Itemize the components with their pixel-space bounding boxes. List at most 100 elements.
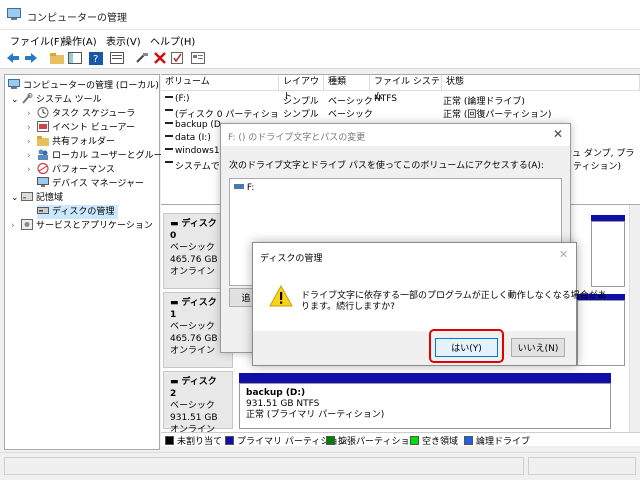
chevron-right-icon[interactable]: ›: [27, 121, 37, 135]
shared-folder-icon: [37, 135, 49, 146]
forward-arrow-icon[interactable]: [24, 51, 38, 65]
tree-item-label: システム ツール: [36, 95, 102, 105]
disk-state: オンライン: [170, 346, 216, 356]
chevron-right-icon[interactable]: ›: [27, 135, 37, 149]
partition-backup[interactable]: backup (D:) 931.51 GB NTFS 正常 (プライマリ パーテ…: [239, 383, 611, 429]
tree-item-system-tools[interactable]: ⌄ システム ツール: [11, 93, 102, 107]
volume-icon: [165, 135, 173, 143]
disk-type: ベーシック: [170, 243, 215, 253]
menu-file[interactable]: ファイル(F): [10, 33, 64, 48]
close-icon[interactable]: ✕: [559, 248, 568, 261]
connect-icon[interactable]: [135, 51, 149, 65]
legend-swatch: [464, 435, 473, 445]
tree-item-shared-folders[interactable]: › 共有フォルダー: [27, 135, 115, 149]
status-bar: [0, 452, 640, 480]
dialog-title: ディスクの管理: [260, 254, 323, 264]
tree-item-device-manager[interactable]: デバイス マネージャー: [37, 177, 144, 191]
menu-help[interactable]: ヘルプ(H): [150, 33, 195, 48]
volume-icon: [165, 122, 173, 130]
chevron-right-icon[interactable]: ›: [27, 149, 37, 163]
cell-status: ティション): [573, 162, 621, 172]
delete-icon[interactable]: [153, 51, 167, 65]
dialog-title-bar: F: () のドライブ文字とパスの変更 ✕: [221, 124, 570, 146]
check-icon[interactable]: [171, 51, 185, 65]
tree-item-services[interactable]: › サービスとアプリケーション: [11, 219, 153, 233]
volume-icon: [165, 148, 173, 156]
column-header-volume[interactable]: ボリューム: [161, 75, 279, 91]
yes-button[interactable]: はい(Y): [435, 338, 498, 357]
menu-action[interactable]: 操作(A): [62, 33, 97, 48]
properties-icon[interactable]: [110, 51, 124, 65]
folder-up-icon[interactable]: [50, 51, 64, 65]
chevron-right-icon[interactable]: ›: [27, 107, 37, 121]
tree-item-storage[interactable]: ⌄ 記憶域: [11, 191, 63, 205]
column-header-filesystem[interactable]: ファイル システム: [370, 75, 442, 102]
tree-item-label: デバイス マネージャー: [52, 179, 144, 189]
performance-icon: [37, 163, 49, 174]
table-row[interactable]: (ディスク 0 パーティション 3) シンプル ベーシック 正常 (回復パーティ…: [161, 107, 640, 120]
table-row[interactable]: (F:) シンプル ベーシック NTFS 正常 (論理ドライブ): [161, 94, 640, 107]
column-header-type[interactable]: 種類: [324, 75, 370, 91]
tree-item-label: タスク スケジューラ: [52, 109, 136, 119]
disk-icon: ▬: [170, 377, 182, 387]
chevron-down-icon[interactable]: ⌄: [11, 93, 21, 107]
legend-label: 未割り当て: [177, 436, 223, 447]
list-item[interactable]: F:: [234, 183, 254, 193]
disk-2-label[interactable]: ▬ ディスク 2 ベーシック 931.51 GB オンライン: [163, 371, 233, 435]
chevron-down-icon[interactable]: ⌄: [11, 191, 21, 205]
partition-block[interactable]: [591, 221, 625, 287]
window-title: コンピューターの管理: [27, 13, 127, 24]
tree-item-label: サービスとアプリケーション: [36, 221, 153, 231]
tree-item-task-scheduler[interactable]: › タスク スケジューラ: [27, 107, 135, 121]
confirm-dialog: ディスクの管理 ✕ ドライブ文字に依存する一部のプログラムが正しく動作しなくなる…: [252, 242, 607, 366]
users-icon: [37, 149, 49, 160]
vertical-scrollbar[interactable]: [629, 205, 640, 433]
cell-layout: シンプル: [283, 97, 319, 107]
chevron-right-icon[interactable]: ›: [27, 163, 37, 177]
navigation-tree: コンピューターの管理 (ローカル) ⌄ システム ツール › タスク スケジューラ …: [4, 74, 171, 450]
tree-item-label: 共有フォルダー: [52, 137, 116, 147]
console-tree-icon[interactable]: [68, 51, 82, 65]
tree-root[interactable]: コンピューターの管理 (ローカル): [8, 79, 159, 93]
legend: 未割り当て プライマリ パーティション 拡張パーティション 空き領域 論理ドライ…: [161, 432, 640, 447]
tree-item-label: 記憶域: [36, 193, 64, 203]
cell-volume: windows1: [175, 146, 220, 156]
event-viewer-icon: [37, 121, 49, 132]
dialog-message: ドライブ文字に依存する一部のプログラムが正しく動作しなくなる場合があ ります。続…: [301, 291, 607, 313]
disk-type: ベーシック: [170, 401, 215, 411]
add-button-label: 追: [241, 294, 251, 304]
tree-item-label: パフォーマンス: [52, 165, 115, 175]
cell-type: ベーシック: [328, 97, 373, 107]
clock-icon: [37, 107, 49, 118]
dialog-instruction: 次のドライブ文字とドライブ パスを使ってこのボリュームにアクセスする(A):: [229, 161, 544, 171]
tree-item-label: ローカル ユーザーとグループ: [52, 151, 172, 161]
legend-swatch: [165, 435, 174, 445]
cell-status: 正常 (論理ドライブ): [443, 97, 525, 107]
message-line: ドライブ文字に依存する一部のプログラムが正しく動作しなくなる場合があ: [301, 291, 607, 301]
settings-icon[interactable]: [191, 51, 205, 65]
tree-item-performance[interactable]: › パフォーマンス: [27, 163, 115, 177]
chevron-right-icon[interactable]: ›: [11, 219, 21, 233]
tree-root-label: コンピューターの管理 (ローカル): [23, 81, 159, 91]
cell-volume: backup (D: [175, 120, 221, 130]
no-button-label: いいえ(N): [517, 344, 559, 354]
list-item-label: F:: [246, 183, 255, 193]
device-manager-icon: [37, 177, 49, 188]
column-header-layout[interactable]: レイアウト: [279, 75, 324, 102]
partition-size: 931.51 GB NTFS: [246, 399, 320, 409]
computer-management-icon: [8, 79, 20, 90]
cell-volume: (F:): [175, 94, 190, 104]
column-header-status[interactable]: 状態: [442, 75, 640, 91]
back-arrow-icon[interactable]: [6, 51, 20, 65]
menu-view[interactable]: 表示(V): [106, 33, 141, 48]
tree-item-event-viewer[interactable]: › イベント ビューアー: [27, 121, 135, 135]
tree-item-local-users[interactable]: › ローカル ユーザーとグループ: [27, 149, 171, 163]
volume-icon: [165, 161, 173, 169]
dialog-title: F: () のドライブ文字とパスの変更: [228, 133, 366, 143]
help-icon[interactable]: ?: [89, 51, 103, 65]
no-button[interactable]: いいえ(N): [511, 338, 565, 357]
legend-swatch: [326, 435, 335, 445]
disk-size: 465.76 GB: [170, 255, 218, 265]
tree-item-disk-management[interactable]: ディスクの管理: [37, 205, 119, 219]
close-icon[interactable]: ✕: [553, 127, 563, 141]
